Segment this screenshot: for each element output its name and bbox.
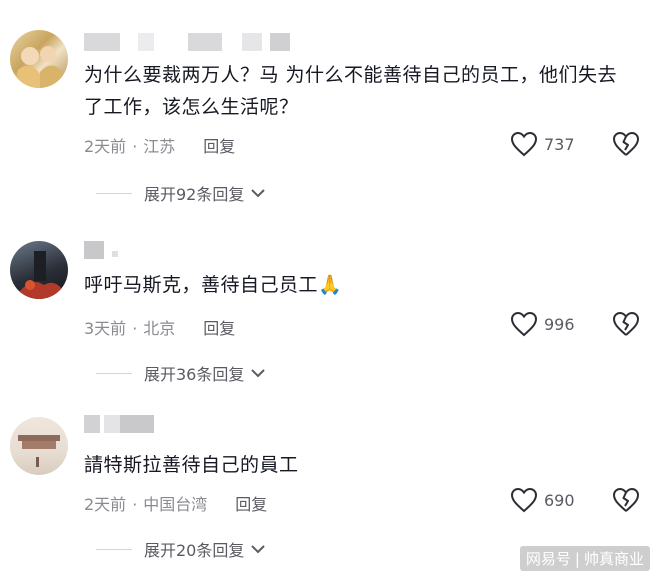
avatar[interactable]	[10, 30, 68, 88]
like-count: 996	[544, 314, 575, 334]
chevron-down-icon	[251, 545, 266, 554]
avatar[interactable]	[10, 417, 68, 475]
comment-item: 呼吁马斯克，善待自己员工🙏 3天前 · 北京 回复 996 展开36条回复	[0, 237, 660, 407]
expand-replies-button[interactable]: 展开20条回复	[96, 537, 266, 561]
comment-time: 2天前	[84, 495, 127, 514]
comment-time: 2天前	[84, 137, 127, 156]
chevron-down-icon	[251, 369, 266, 378]
comment-text: 請特斯拉善待自己的員工	[84, 454, 299, 476]
watermark-source: 网易号	[525, 550, 571, 568]
expand-replies-label: 展开36条回复	[144, 365, 245, 384]
heart-outline-icon	[510, 311, 538, 337]
comment-meta: 2天前 · 中国台湾 回复	[84, 491, 267, 515]
dislike-button[interactable]	[612, 311, 640, 341]
comment-meta: 3天前 · 北京 回复	[84, 315, 235, 339]
watermark: 网易号 | 帅真商业	[519, 546, 650, 571]
reply-button[interactable]: 回复	[203, 319, 235, 338]
heart-outline-icon	[510, 487, 538, 513]
expand-replies-label: 展开92条回复	[144, 185, 245, 204]
watermark-account: 帅真商业	[583, 550, 644, 568]
like-button[interactable]: 737	[510, 131, 575, 157]
broken-heart-icon	[613, 312, 639, 336]
expand-replies-label: 展开20条回复	[144, 541, 245, 560]
broken-heart-icon	[613, 488, 639, 512]
broken-heart-icon	[613, 132, 639, 156]
dislike-button[interactable]	[612, 131, 640, 161]
like-count: 690	[544, 490, 575, 510]
watermark-separator: |	[574, 550, 580, 568]
comment-text: 呼吁马斯克，善待自己员工🙏	[84, 274, 343, 296]
meta-separator: ·	[132, 137, 138, 156]
reply-button[interactable]: 回复	[203, 137, 235, 156]
divider-line	[96, 548, 132, 550]
comment-location: 北京	[143, 319, 176, 338]
dislike-button[interactable]	[612, 487, 640, 517]
like-button[interactable]: 690	[510, 487, 575, 513]
meta-separator: ·	[132, 495, 138, 514]
divider-line	[96, 372, 132, 374]
comment-text: 为什么要裁两万人？马 为什么不能善待自己的员工，他们失去了工作，该怎么生活呢？	[84, 64, 618, 118]
expand-replies-button[interactable]: 展开36条回复	[96, 361, 266, 385]
like-count: 737	[544, 134, 575, 154]
chevron-down-icon	[251, 189, 266, 198]
avatar[interactable]	[10, 241, 68, 299]
comment-location: 江苏	[143, 137, 176, 156]
like-button[interactable]: 996	[510, 311, 575, 337]
comment-meta: 2天前 · 江苏 回复	[84, 133, 235, 157]
divider-line	[96, 192, 132, 194]
comment-location: 中国台湾	[143, 495, 208, 514]
heart-outline-icon	[510, 131, 538, 157]
reply-button[interactable]: 回复	[235, 495, 267, 514]
expand-replies-button[interactable]: 展开92条回复	[96, 181, 266, 205]
comment-item: 为什么要裁两万人？马 为什么不能善待自己的员工，他们失去了工作，该怎么生活呢？ …	[0, 25, 660, 204]
comment-time: 3天前	[84, 319, 127, 338]
meta-separator: ·	[132, 319, 138, 338]
